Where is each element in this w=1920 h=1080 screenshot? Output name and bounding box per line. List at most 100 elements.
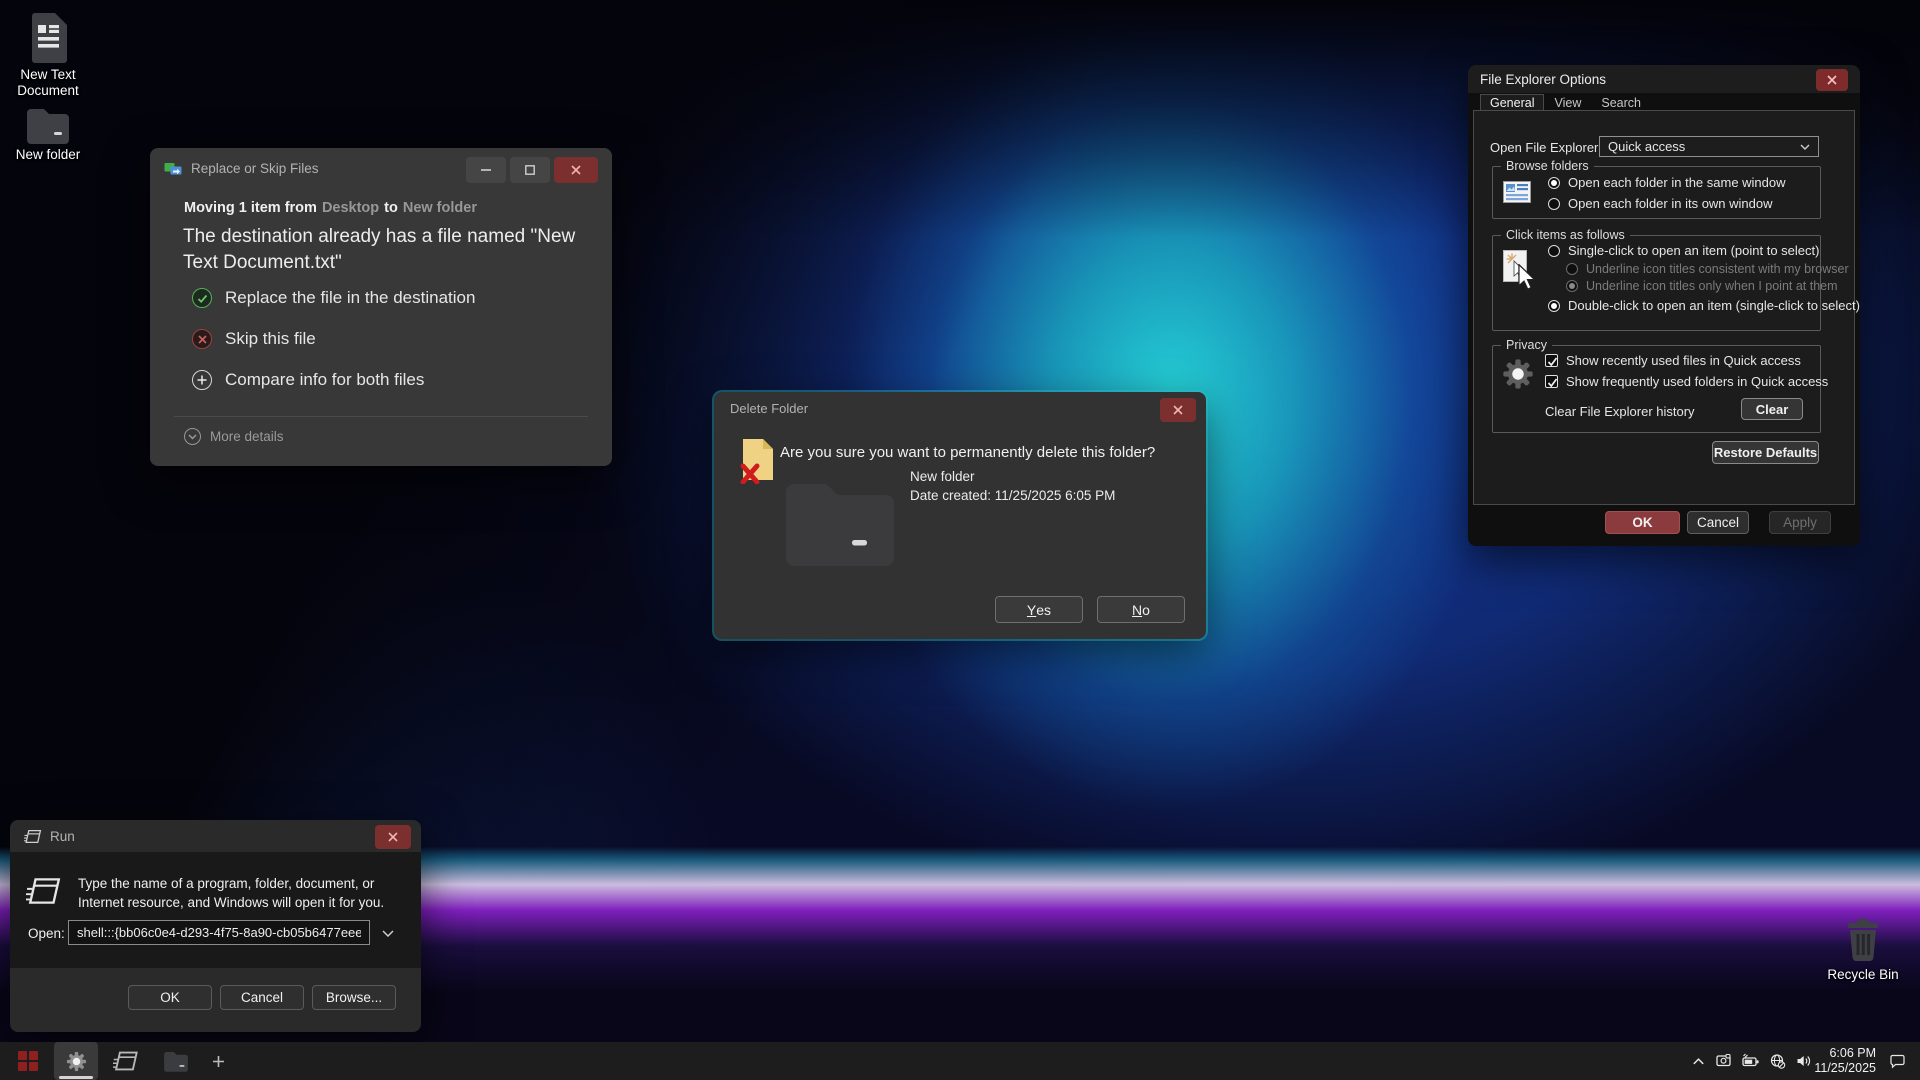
desktop-icon-label: Recycle Bin	[1827, 967, 1898, 983]
close-icon	[388, 832, 398, 842]
desktop-icon-new-folder[interactable]: New folder	[5, 106, 91, 163]
radio-label: Underline icon titles consistent with my…	[1586, 262, 1849, 276]
text-document-icon	[26, 12, 70, 64]
folder-icon	[25, 106, 71, 144]
delete-folder-dialog: Delete Folder Are you sure you want to p…	[714, 392, 1206, 639]
radio-icon	[1566, 263, 1578, 275]
radio-underline-point[interactable]: Underline icon titles only when I point …	[1566, 279, 1838, 293]
replace-file-option[interactable]: Replace the file in the destination	[192, 288, 475, 308]
folder-preview-icon	[782, 478, 898, 566]
taskbar-app-folder[interactable]	[154, 1042, 198, 1080]
feo-title: File Explorer Options	[1480, 72, 1606, 87]
desktop-icon-label: New Text Document	[5, 67, 91, 99]
maximize-button[interactable]	[510, 157, 550, 183]
radio-label: Underline icon titles only when I point …	[1586, 279, 1838, 293]
radio-single-click[interactable]: Single-click to open an item (point to s…	[1548, 243, 1819, 258]
close-button[interactable]	[1160, 398, 1196, 422]
checkbox-frequent-folders[interactable]: Show frequently used folders in Quick ac…	[1545, 374, 1828, 389]
replace-check-icon	[192, 288, 212, 308]
chevron-down-icon	[184, 428, 201, 445]
radio-label: Open each folder in its own window	[1568, 196, 1773, 211]
desktop-icon-recycle-bin[interactable]: Recycle Bin	[1820, 918, 1906, 983]
notification-bubble-icon[interactable]	[1889, 1053, 1906, 1069]
start-logo-icon	[17, 1050, 39, 1072]
click-items-group: Click items as follows Single-click to o…	[1492, 235, 1821, 331]
run-dialog: Run Type the name of a program, folder, …	[10, 820, 421, 1032]
feo-tab-strip: General View Search	[1480, 94, 1651, 111]
ok-button[interactable]: OK	[1605, 511, 1680, 534]
compare-option-label: Compare info for both files	[225, 370, 424, 390]
clear-history-label: Clear File Explorer history	[1545, 404, 1695, 419]
feo-titlebar[interactable]: File Explorer Options	[1468, 65, 1860, 93]
start-button[interactable]	[8, 1042, 48, 1080]
close-button[interactable]	[375, 825, 411, 849]
taskbar-new-button[interactable]	[204, 1042, 232, 1080]
taskbar-app-run[interactable]	[104, 1042, 148, 1080]
radio-own-window[interactable]: Open each folder in its own window	[1548, 196, 1773, 211]
radio-label: Open each folder in the same window	[1568, 175, 1786, 190]
chevron-down-icon	[1800, 144, 1810, 150]
moving-connector: to	[384, 200, 398, 216]
open-to-value: Quick access	[1608, 139, 1800, 154]
tray-cast-icon[interactable]	[1715, 1053, 1732, 1069]
browse-button[interactable]: Browse...	[312, 985, 396, 1010]
browse-folders-legend: Browse folders	[1501, 159, 1594, 173]
taskbar-app-settings[interactable]	[54, 1042, 98, 1080]
tab-view[interactable]: View	[1544, 94, 1591, 111]
open-combobox[interactable]: shell:::{bb06c0e4-d293-4f75-8a90-cb05b64…	[68, 920, 370, 945]
radio-label: Double-click to open an item (single-cli…	[1568, 298, 1860, 313]
skip-option-label: Skip this file	[225, 329, 316, 349]
close-button[interactable]	[1816, 69, 1848, 91]
skip-file-option[interactable]: Skip this file	[192, 329, 316, 349]
replace-dialog-titlebar[interactable]: Replace or Skip Files	[150, 148, 612, 188]
feo-general-page: Open File Explorer to: Quick access Brow…	[1473, 110, 1855, 505]
divider	[174, 416, 588, 417]
ok-button[interactable]: OK	[128, 985, 212, 1010]
close-icon	[1827, 75, 1837, 85]
restore-defaults-button[interactable]: Restore Defaults	[1712, 441, 1819, 464]
skip-x-icon	[192, 329, 212, 349]
tray-volume-icon[interactable]	[1795, 1053, 1812, 1069]
apply-button[interactable]: Apply	[1769, 511, 1831, 534]
taskbar-clock[interactable]: 6:06 PM 11/25/2025	[1814, 1046, 1876, 1076]
tray-chevron-up-icon[interactable]	[1691, 1054, 1706, 1069]
tray-network-globe-icon[interactable]	[1769, 1053, 1786, 1069]
clock-time: 6:06 PM	[1814, 1046, 1876, 1061]
no-button-label: o	[1142, 602, 1150, 618]
tab-general[interactable]: General	[1480, 94, 1544, 111]
tray-battery-icon[interactable]	[1741, 1053, 1760, 1069]
radio-label: Single-click to open an item (point to s…	[1568, 243, 1819, 258]
minimize-button[interactable]	[466, 157, 506, 183]
radio-same-window[interactable]: Open each folder in the same window	[1548, 175, 1786, 190]
maximize-icon	[525, 165, 535, 175]
more-details-toggle[interactable]: More details	[184, 428, 284, 445]
run-icon	[113, 1050, 139, 1072]
desktop-screen: New Text Document New folder Recycle Bin	[0, 0, 1920, 1080]
radio-icon	[1548, 177, 1560, 189]
tab-search[interactable]: Search	[1591, 94, 1651, 111]
checkbox-recent-files[interactable]: Show recently used files in Quick access	[1545, 353, 1801, 368]
chevron-down-icon[interactable]	[382, 930, 394, 937]
run-titlebar[interactable]: Run	[10, 820, 421, 852]
no-button[interactable]: No	[1097, 596, 1185, 623]
radio-underline-browser[interactable]: Underline icon titles consistent with my…	[1566, 262, 1849, 276]
conflict-message: The destination already has a file named…	[183, 224, 593, 276]
run-icon	[26, 876, 62, 906]
compare-files-option[interactable]: Compare info for both files	[192, 370, 424, 390]
cancel-button[interactable]: Cancel	[220, 985, 304, 1010]
yes-button[interactable]: Yes	[995, 596, 1083, 623]
clear-button[interactable]: Clear	[1741, 398, 1803, 420]
taskbar: 6:06 PM 11/25/2025	[0, 1042, 1920, 1080]
file-explorer-options-window: File Explorer Options General View Searc…	[1468, 65, 1860, 546]
radio-double-click[interactable]: Double-click to open an item (single-cli…	[1548, 298, 1860, 313]
cancel-button[interactable]: Cancel	[1687, 511, 1749, 534]
browse-folders-group: Browse folders Open each folder in the s…	[1492, 166, 1821, 219]
moving-prefix: Moving 1 item from	[184, 200, 317, 216]
gear-icon	[1502, 358, 1534, 390]
privacy-group: Privacy Show recently used files in Quic…	[1492, 345, 1821, 433]
open-to-dropdown[interactable]: Quick access	[1599, 136, 1819, 157]
close-button[interactable]	[554, 157, 598, 183]
delete-dialog-titlebar[interactable]: Delete Folder	[714, 392, 1206, 424]
copy-files-icon	[164, 161, 182, 176]
desktop-icon-new-text-document[interactable]: New Text Document	[5, 12, 91, 99]
